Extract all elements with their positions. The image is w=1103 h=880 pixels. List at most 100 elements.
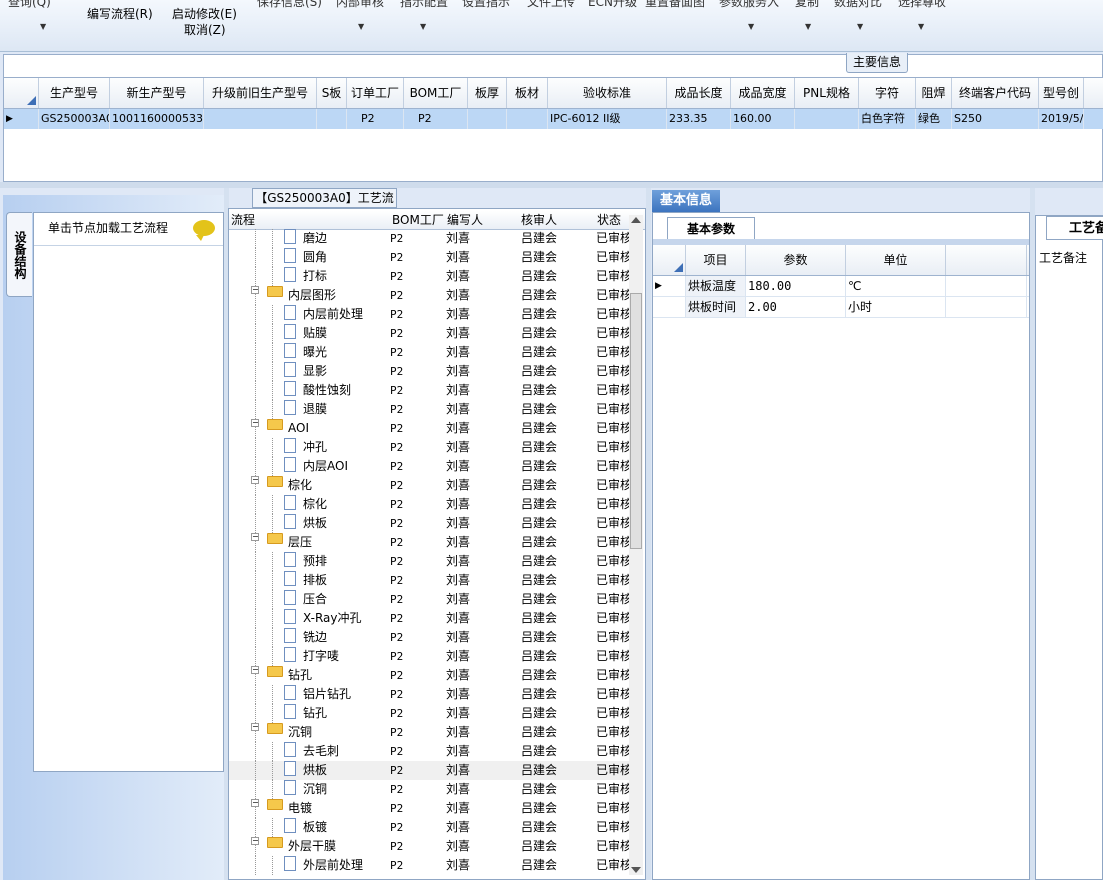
grid-cell[interactable]: P2 — [404, 109, 468, 129]
tree-row[interactable]: − 内层图形 P2 刘喜 吕建会 已审核 — [229, 286, 630, 305]
collapse-icon[interactable]: − — [251, 723, 259, 731]
param-item[interactable]: 烘板温度 — [686, 276, 746, 296]
scroll-up-icon[interactable] — [631, 217, 641, 223]
tree-row[interactable]: 预排 P2 刘喜 吕建会 已审核 — [229, 552, 630, 571]
toolbar-ecn[interactable]: ECN升级 — [588, 0, 637, 10]
collapse-icon[interactable]: − — [251, 837, 259, 845]
collapse-icon[interactable]: − — [251, 476, 259, 484]
tree-row[interactable]: 钻孔 P2 刘喜 吕建会 已审核 — [229, 704, 630, 723]
toolbar-upload[interactable]: 文件上传 — [527, 0, 575, 10]
chevron-down-icon[interactable]: ▼ — [748, 22, 754, 31]
tree-row[interactable]: X-Ray冲孔 P2 刘喜 吕建会 已审核 — [229, 609, 630, 628]
tree-row[interactable]: 酸性蚀刻 P2 刘喜 吕建会 已审核 — [229, 381, 630, 400]
chevron-down-icon[interactable]: ▼ — [40, 22, 46, 31]
tree-row[interactable]: 圆角 P2 刘喜 吕建会 已审核 — [229, 248, 630, 267]
start-modify-button[interactable]: 启动修改(E) — [172, 5, 237, 22]
grid-cell[interactable]: 160.00 — [731, 109, 795, 129]
col-header[interactable]: BOM工厂 — [404, 78, 468, 108]
col-header[interactable]: 验收标准 — [548, 78, 667, 108]
tab-process-remark[interactable]: 工艺备 — [1046, 216, 1103, 240]
grid-cell[interactable]: 233.35 — [667, 109, 731, 129]
grid-cell[interactable] — [795, 109, 859, 129]
tree-row[interactable]: 冲孔 P2 刘喜 吕建会 已审核 — [229, 438, 630, 457]
chevron-down-icon[interactable]: ▼ — [805, 22, 811, 31]
tree-row[interactable]: − 电镀 P2 刘喜 吕建会 已审核 — [229, 799, 630, 818]
table-row[interactable]: 烘板时间 2.00 小时 — [653, 297, 1029, 318]
toolbar-set-indicator[interactable]: 设置指示 — [462, 0, 510, 10]
grid-cell[interactable]: 白色字符 — [859, 109, 916, 129]
collapse-icon[interactable]: − — [251, 666, 259, 674]
grid-cell[interactable] — [204, 109, 317, 129]
tree-row[interactable]: 贴膜 P2 刘喜 吕建会 已审核 — [229, 324, 630, 343]
collapse-icon[interactable]: − — [251, 533, 259, 541]
scroll-thumb[interactable] — [630, 293, 642, 549]
tab-equipment-structure[interactable]: 设备结构 — [6, 212, 32, 297]
toolbar-config[interactable]: 指示配置 — [400, 0, 448, 10]
grid-cell[interactable]: IPC-6012 II级 — [548, 109, 667, 129]
table-row[interactable]: ▶ GS250003A0 10011600005330 P2 P2 IPC-60… — [4, 109, 1103, 129]
toolbar-internal-review[interactable]: 内部审核 — [336, 0, 384, 10]
horizontal-splitter[interactable] — [0, 182, 1103, 188]
col-header[interactable]: 升级前旧生产型号 — [204, 78, 317, 108]
tree-row[interactable]: − AOI P2 刘喜 吕建会 已审核 — [229, 419, 630, 438]
param-item[interactable]: 烘板时间 — [686, 297, 746, 317]
toolbar-save-info[interactable]: 保存信息(S) — [257, 0, 322, 10]
grid-cell[interactable]: 10011600005330 — [110, 109, 204, 129]
col-header[interactable]: 流程 — [231, 211, 255, 229]
collapse-icon[interactable]: − — [251, 799, 259, 807]
param-unit[interactable]: 小时 — [846, 297, 946, 317]
tree-row[interactable]: 板镀 P2 刘喜 吕建会 已审核 — [229, 818, 630, 837]
tree-row[interactable]: 磨边 P2 刘喜 吕建会 已审核 — [229, 229, 630, 248]
param-value[interactable]: 2.00 — [746, 297, 846, 317]
col-header[interactable]: S板 — [317, 78, 347, 108]
toolbar-reset[interactable]: 重置备面图 — [645, 0, 705, 10]
col-header[interactable]: 生产型号 — [39, 78, 110, 108]
toolbar-copy[interactable]: 复制 — [795, 0, 819, 10]
chevron-down-icon[interactable]: ▼ — [420, 22, 426, 31]
col-header[interactable]: 状态 — [597, 211, 621, 229]
tree-row[interactable]: − 沉铜 P2 刘喜 吕建会 已审核 — [229, 723, 630, 742]
tree-row[interactable]: 去毛刺 P2 刘喜 吕建会 已审核 — [229, 742, 630, 761]
edit-flow-button[interactable]: 编写流程(R) — [87, 5, 153, 22]
tree-row[interactable]: 烘板 P2 刘喜 吕建会 已审核 — [229, 761, 630, 780]
collapse-icon[interactable]: − — [251, 286, 259, 294]
param-value[interactable]: 180.00 — [746, 276, 846, 296]
tab-basic-info[interactable]: 基本信息 — [652, 190, 720, 212]
vertical-splitter[interactable] — [646, 188, 651, 880]
tab-basic-params[interactable]: 基本参数 — [667, 217, 755, 240]
col-header[interactable]: 字符 — [859, 78, 916, 108]
speech-bubble-icon[interactable] — [193, 220, 215, 241]
collapse-icon[interactable]: − — [251, 419, 259, 427]
tree-row[interactable]: 棕化 P2 刘喜 吕建会 已审核 — [229, 495, 630, 514]
col-header[interactable]: 板厚 — [468, 78, 507, 108]
tree-row[interactable]: 内层AOI P2 刘喜 吕建会 已审核 — [229, 457, 630, 476]
tree-row[interactable]: 铣边 P2 刘喜 吕建会 已审核 — [229, 628, 630, 647]
toolbar-compare[interactable]: 数据对比 — [834, 0, 882, 10]
toolbar-param[interactable]: 参数服务入 — [719, 0, 779, 10]
tree-row[interactable]: − 棕化 P2 刘喜 吕建会 已审核 — [229, 476, 630, 495]
tree-row[interactable]: 压合 P2 刘喜 吕建会 已审核 — [229, 590, 630, 609]
grid-cell[interactable] — [317, 109, 347, 129]
chevron-down-icon[interactable]: ▼ — [918, 22, 924, 31]
col-header[interactable]: 核审人 — [521, 211, 557, 229]
grid-cell[interactable]: GS250003A0 — [39, 109, 110, 129]
chevron-down-icon[interactable]: ▼ — [857, 22, 863, 31]
chevron-down-icon[interactable]: ▼ — [358, 22, 364, 31]
tree-row[interactable]: 烘板 P2 刘喜 吕建会 已审核 — [229, 514, 630, 533]
scroll-down-icon[interactable] — [631, 867, 641, 873]
grid-cell[interactable]: S250 — [952, 109, 1039, 129]
tree-row[interactable]: 打标 P2 刘喜 吕建会 已审核 — [229, 267, 630, 286]
col-header[interactable]: 成品宽度 — [731, 78, 795, 108]
tree-row[interactable]: − 钻孔 P2 刘喜 吕建会 已审核 — [229, 666, 630, 685]
grid-cell[interactable]: 2019/5/ — [1039, 109, 1084, 129]
tree-row[interactable]: 显影 P2 刘喜 吕建会 已审核 — [229, 362, 630, 381]
param-unit[interactable]: ℃ — [846, 276, 946, 296]
col-header[interactable]: 编写人 — [447, 211, 483, 229]
tree-row[interactable]: 退膜 P2 刘喜 吕建会 已审核 — [229, 400, 630, 419]
col-header[interactable]: 成品长度 — [667, 78, 731, 108]
tree-row[interactable]: 排板 P2 刘喜 吕建会 已审核 — [229, 571, 630, 590]
col-header[interactable]: 阻焊 — [916, 78, 952, 108]
grid-cell[interactable] — [468, 109, 507, 129]
cancel-button[interactable]: 取消(Z) — [184, 21, 226, 38]
main-info-tab[interactable]: 主要信息 — [846, 53, 908, 73]
